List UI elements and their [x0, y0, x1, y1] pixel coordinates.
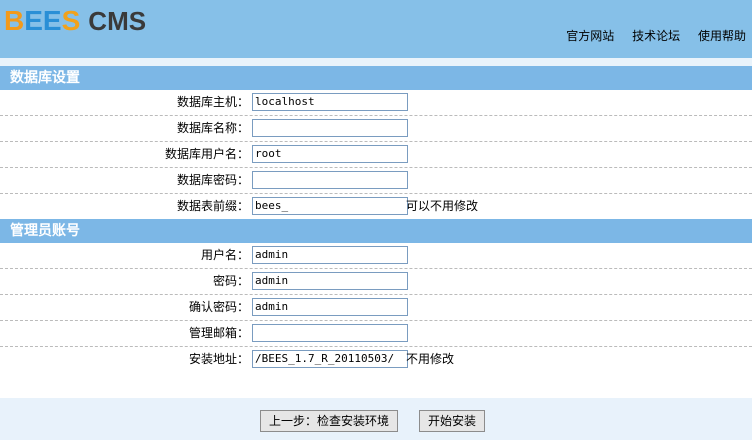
- form-row-admin-email: 管理邮箱：: [0, 321, 752, 347]
- form-row-db-user: 数据库用户名： root: [0, 142, 752, 168]
- db-settings-form: 数据库主机： localhost 数据库名称： 数据库用户名： root 数据库…: [0, 90, 752, 219]
- bees-cms-logo: BEES CMS: [4, 5, 147, 36]
- start-install-button[interactable]: 开始安装: [419, 410, 486, 432]
- admin-password-input[interactable]: admin: [252, 272, 408, 290]
- admin-email-input[interactable]: [252, 324, 408, 342]
- install-path-note: 不用修改: [406, 352, 455, 366]
- admin-section-title: 管理员账号: [0, 219, 752, 243]
- db-password-input[interactable]: [252, 171, 408, 189]
- admin-email-label: 管理邮箱：: [188, 326, 249, 340]
- form-row-admin-username: 用户名： admin: [0, 243, 752, 269]
- admin-confirm-input[interactable]: admin: [252, 298, 408, 316]
- db-user-input[interactable]: root: [252, 145, 408, 163]
- form-row-install-path: 安装地址： /BEES_1.7_R_20110503/ 不用修改: [0, 347, 752, 372]
- db-host-input[interactable]: localhost: [252, 93, 408, 111]
- install-path-label: 安装地址：: [188, 352, 249, 366]
- form-row-db-name: 数据库名称：: [0, 116, 752, 142]
- db-prefix-label: 数据表前缀：: [176, 199, 249, 213]
- top-links: 官方网站 技术论坛 使用帮助: [552, 27, 746, 44]
- header-bar: BEES CMS 官方网站 技术论坛 使用帮助: [0, 0, 752, 58]
- install-path-input[interactable]: /BEES_1.7_R_20110503/: [252, 350, 408, 368]
- db-prefix-note: 可以不用修改: [406, 199, 479, 213]
- db-prefix-input[interactable]: bees_: [252, 197, 408, 215]
- form-row-admin-confirm: 确认密码： admin: [0, 295, 752, 321]
- admin-password-label: 密码：: [212, 274, 249, 288]
- header-strip: [0, 58, 752, 66]
- form-row-db-prefix: 数据表前缀： bees_ 可以不用修改: [0, 194, 752, 219]
- form-row-db-host: 数据库主机： localhost: [0, 90, 752, 116]
- form-row-db-password: 数据库密码：: [0, 168, 752, 194]
- back-check-env-button[interactable]: 上一步：检查安装环境: [260, 410, 399, 432]
- link-tech-forum[interactable]: 技术论坛: [632, 29, 680, 43]
- admin-confirm-label: 确认密码：: [188, 300, 249, 314]
- form-row-admin-password: 密码： admin: [0, 269, 752, 295]
- db-name-label: 数据库名称：: [176, 121, 249, 135]
- link-help[interactable]: 使用帮助: [698, 29, 746, 43]
- admin-username-input[interactable]: admin: [252, 246, 408, 264]
- admin-username-label: 用户名：: [200, 248, 249, 262]
- db-host-label: 数据库主机：: [176, 95, 249, 109]
- link-official-site[interactable]: 官方网站: [566, 29, 614, 43]
- db-name-input[interactable]: [252, 119, 408, 137]
- footer-bar: 上一步：检查安装环境 开始安装: [0, 398, 752, 440]
- db-password-label: 数据库密码：: [176, 173, 249, 187]
- admin-account-form: 用户名： admin 密码： admin 确认密码： admin 管理邮箱： 安…: [0, 243, 752, 372]
- db-section-title: 数据库设置: [0, 66, 752, 90]
- db-user-label: 数据库用户名：: [164, 147, 249, 161]
